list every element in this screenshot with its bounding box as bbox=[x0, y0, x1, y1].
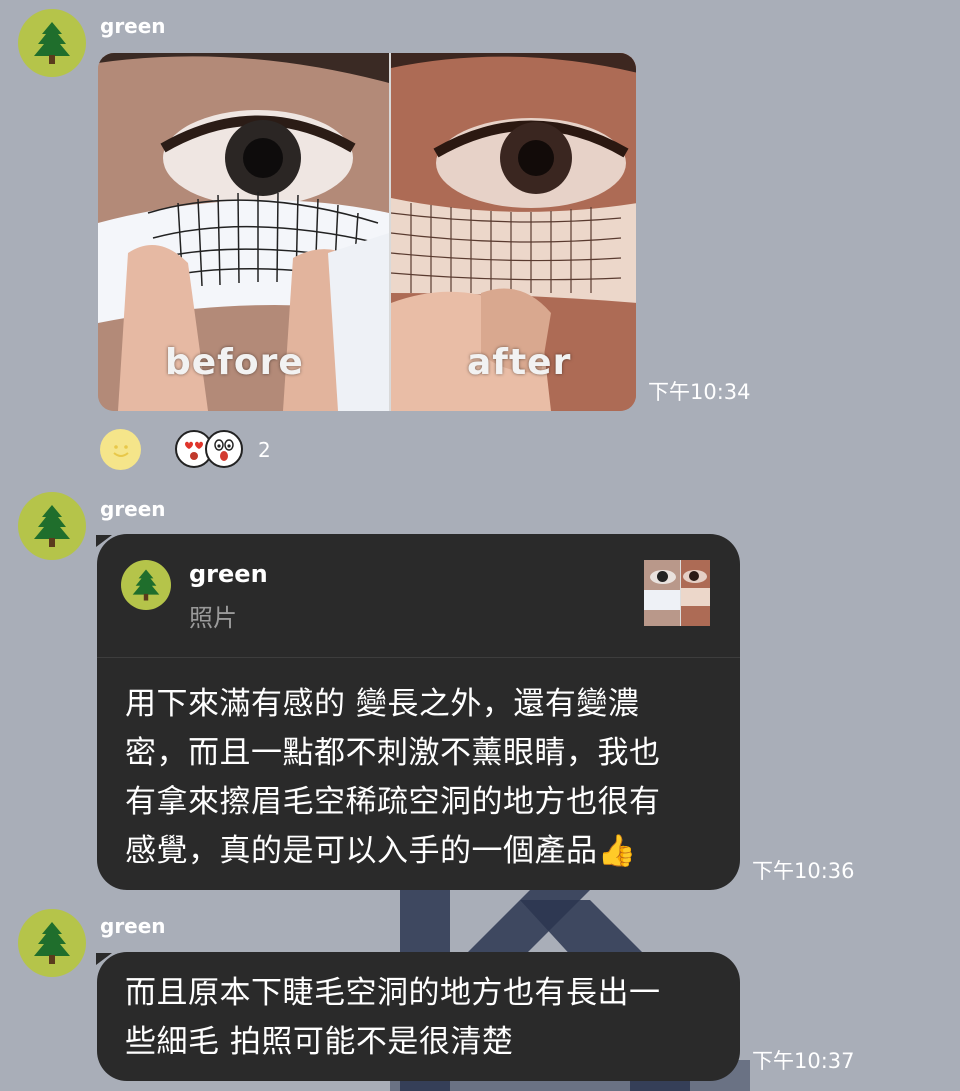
before-label: before bbox=[165, 342, 304, 383]
message-time: 下午10:37 bbox=[752, 1049, 855, 1073]
sender-avatar[interactable] bbox=[18, 492, 86, 560]
message-text-line: 用下來滿有感的 變長之外，還有變濃 bbox=[125, 686, 640, 722]
after-label: after bbox=[467, 342, 572, 383]
reply-quote[interactable]: green 照片 bbox=[97, 534, 740, 658]
photo-message[interactable]: before after bbox=[98, 53, 636, 411]
tree-icon bbox=[132, 569, 160, 601]
sender-avatar[interactable] bbox=[18, 909, 86, 977]
reaction-count: 2 bbox=[258, 438, 271, 462]
reactions-summary[interactable] bbox=[175, 430, 245, 470]
tree-icon bbox=[34, 22, 70, 64]
text-message-bubble[interactable]: 而且原本下睫毛空洞的地方也有長出一 些細毛 拍照可能不是很清楚 bbox=[97, 952, 740, 1081]
sender-name: green bbox=[100, 14, 166, 38]
message-text: 而且原本下睫毛空洞的地方也有長出一 些細毛 拍照可能不是很清楚 bbox=[125, 969, 661, 1067]
message-text-line: 密，而且一點都不刺激不薰眼睛，我也 bbox=[125, 735, 661, 771]
message-text-line: 有拿來擦眉毛空稀疏空洞的地方也很有 bbox=[125, 784, 661, 820]
message-text-line: 些細毛 拍照可能不是很清楚 bbox=[125, 1024, 514, 1060]
photo-after-half: after bbox=[389, 53, 636, 411]
message-text-line: 感覺，真的是可以入手的一個產品👍 bbox=[125, 833, 637, 869]
message-text-line: 而且原本下睫毛空洞的地方也有長出一 bbox=[125, 975, 661, 1011]
quoted-message-type: 照片 bbox=[189, 604, 237, 632]
reply-message-bubble[interactable]: green 照片 用下來滿有感的 變長之外，還有變濃 密，而且一點都不刺激不薰眼… bbox=[97, 534, 740, 890]
shocked-face-icon bbox=[205, 430, 243, 468]
message-text: 用下來滿有感的 變長之外，還有變濃 密，而且一點都不刺激不薰眼睛，我也 有拿來擦… bbox=[125, 680, 661, 876]
smiley-icon bbox=[112, 444, 129, 457]
message-time: 下午10:34 bbox=[648, 380, 751, 404]
quoted-photo-thumbnail bbox=[644, 560, 710, 626]
tree-icon bbox=[34, 922, 70, 964]
sender-avatar[interactable] bbox=[18, 9, 86, 77]
sender-name: green bbox=[100, 497, 166, 521]
sender-name: green bbox=[100, 914, 166, 938]
add-reaction-button[interactable] bbox=[100, 429, 141, 470]
quoted-sender-name: green bbox=[189, 560, 268, 588]
quoted-sender-avatar bbox=[121, 560, 171, 610]
photo-before-half: before bbox=[98, 53, 389, 411]
tree-icon bbox=[34, 505, 70, 547]
message-time: 下午10:36 bbox=[752, 859, 855, 883]
